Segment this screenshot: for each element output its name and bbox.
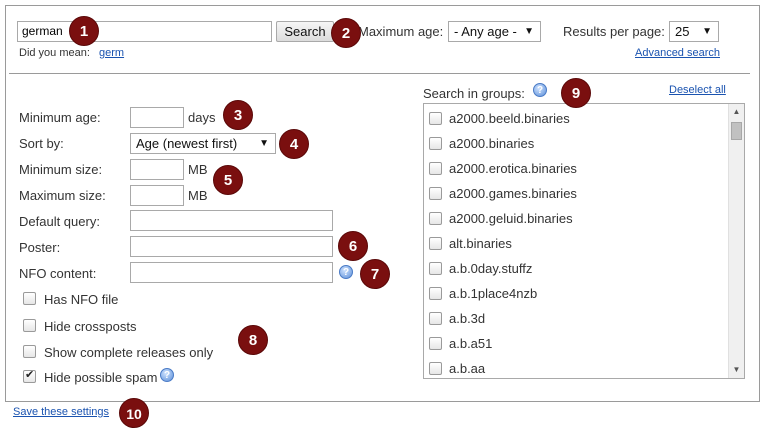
chevron-down-icon: ▼	[524, 26, 534, 37]
did-you-mean-label: Did you mean:	[19, 47, 90, 59]
list-item[interactable]: a2000.erotica.binaries	[424, 157, 724, 182]
hide-crossposts-checkbox[interactable]	[23, 319, 36, 332]
group-checkbox[interactable]	[429, 262, 442, 275]
search-button[interactable]: Search	[276, 21, 334, 42]
group-checkbox[interactable]	[429, 187, 442, 200]
min-size-input[interactable]	[130, 159, 184, 180]
callout-badge: 10	[119, 398, 149, 428]
min-age-input[interactable]	[130, 107, 184, 128]
group-label: a2000.geluid.binaries	[449, 211, 573, 226]
max-size-input[interactable]	[130, 185, 184, 206]
advanced-search-link[interactable]: Advanced search	[635, 47, 720, 59]
did-you-mean-suggestion[interactable]: germ	[99, 47, 124, 59]
nfo-content-input[interactable]	[130, 262, 333, 283]
max-age-value: - Any age -	[454, 24, 517, 39]
sort-by-label: Sort by:	[19, 136, 64, 151]
group-checkbox[interactable]	[429, 287, 442, 300]
scroll-thumb[interactable]	[731, 122, 742, 140]
list-item[interactable]: a2000.games.binaries	[424, 182, 724, 207]
max-size-unit: MB	[188, 188, 208, 203]
groups-list[interactable]: a2000.beeld.binaries a2000.binaries a200…	[423, 103, 745, 379]
chevron-down-icon: ▼	[259, 138, 269, 149]
group-checkbox[interactable]	[429, 362, 442, 375]
help-icon[interactable]: ?	[533, 83, 547, 97]
callout-badge: 5	[213, 165, 243, 195]
group-label: alt.binaries	[449, 236, 512, 251]
hide-crossposts-label: Hide crossposts	[44, 319, 137, 334]
list-item[interactable]: a.b.0day.stuffz	[424, 257, 724, 282]
list-item[interactable]: a2000.binaries	[424, 132, 724, 157]
callout-badge: 9	[561, 78, 591, 108]
results-per-page-value: 25	[675, 24, 690, 39]
callout-badge: 7	[360, 259, 390, 289]
divider	[9, 73, 750, 74]
group-label: a.b.a51	[449, 336, 493, 351]
list-item[interactable]: alt.binaries	[424, 232, 724, 257]
chevron-down-icon: ▼	[702, 26, 712, 37]
results-per-page-select[interactable]: 25 ▼	[669, 21, 719, 42]
scroll-up-arrow-icon[interactable]: ▲	[729, 104, 744, 120]
hide-spam-checkbox[interactable]	[23, 368, 36, 383]
groups-header-label: Search in groups:	[423, 86, 525, 101]
list-item[interactable]: a.b.a51	[424, 332, 724, 357]
has-nfo-checkbox[interactable]	[23, 292, 36, 305]
search-input[interactable]: german	[17, 21, 272, 42]
min-size-unit: MB	[188, 162, 208, 177]
min-size-label: Minimum size:	[19, 162, 103, 177]
group-label: a.b.1place4nzb	[449, 286, 538, 301]
max-age-select[interactable]: - Any age - ▼	[448, 21, 541, 42]
group-label: a.b.0day.stuffz	[449, 261, 533, 276]
sort-by-value: Age (newest first)	[136, 136, 238, 151]
list-item[interactable]: a.b.aa	[424, 357, 724, 378]
poster-label: Poster:	[19, 240, 61, 255]
help-icon[interactable]: ?	[160, 368, 174, 382]
results-per-page-label: Results per page:	[563, 24, 665, 39]
group-label: a2000.erotica.binaries	[449, 161, 577, 176]
group-label: a2000.games.binaries	[449, 186, 577, 201]
max-age-label: Maximum age:	[358, 24, 444, 39]
deselect-all-link[interactable]: Deselect all	[669, 84, 726, 96]
group-checkbox[interactable]	[429, 212, 442, 225]
min-age-label: Minimum age:	[19, 110, 101, 125]
callout-badge: 6	[338, 231, 368, 261]
list-item[interactable]: a.b.1place4nzb	[424, 282, 724, 307]
min-age-unit: days	[188, 110, 216, 125]
nfo-content-label: NFO content:	[19, 266, 97, 281]
list-item[interactable]: a2000.beeld.binaries	[424, 107, 724, 132]
group-checkbox[interactable]	[429, 112, 442, 125]
group-checkbox[interactable]	[429, 237, 442, 250]
callout-badge: 2	[331, 18, 361, 48]
callout-badge: 4	[279, 129, 309, 159]
callout-badge: 3	[223, 100, 253, 130]
list-item[interactable]: a.b.3d	[424, 307, 724, 332]
complete-releases-label: Show complete releases only	[44, 345, 214, 360]
group-label: a2000.binaries	[449, 136, 535, 151]
groups-scrollbar[interactable]: ▲ ▼	[728, 104, 744, 378]
group-label: a2000.beeld.binaries	[449, 111, 570, 126]
sort-by-select[interactable]: Age (newest first) ▼	[130, 133, 276, 154]
group-checkbox[interactable]	[429, 162, 442, 175]
has-nfo-label: Has NFO file	[44, 292, 119, 307]
callout-badge: 8	[238, 325, 268, 355]
default-query-label: Default query:	[19, 214, 100, 229]
callout-badge: 1	[69, 16, 99, 46]
poster-input[interactable]	[130, 236, 333, 257]
list-item[interactable]: a2000.geluid.binaries	[424, 207, 724, 232]
complete-releases-checkbox[interactable]	[23, 345, 36, 358]
group-checkbox[interactable]	[429, 312, 442, 325]
save-settings-link[interactable]: Save these settings	[13, 406, 109, 418]
default-query-input[interactable]	[130, 210, 333, 231]
hide-spam-label: Hide possible spam	[44, 370, 158, 385]
group-checkbox[interactable]	[429, 137, 442, 150]
max-size-label: Maximum size:	[19, 188, 106, 203]
scroll-down-arrow-icon[interactable]: ▼	[729, 362, 744, 378]
group-label: a.b.3d	[449, 311, 486, 326]
help-icon[interactable]: ?	[339, 265, 353, 279]
group-label: a.b.aa	[449, 361, 486, 376]
group-checkbox[interactable]	[429, 337, 442, 350]
